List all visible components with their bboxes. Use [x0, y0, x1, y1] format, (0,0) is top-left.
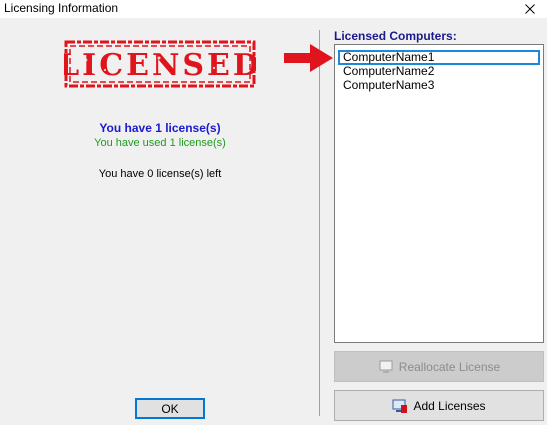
ok-button[interactable]: OK	[135, 398, 205, 419]
list-item-computer-3[interactable]: ComputerName3	[338, 79, 540, 94]
ok-label: OK	[161, 401, 179, 416]
reallocate-icon	[379, 360, 393, 373]
licensing-window: Licensing Information LICENSED You have …	[0, 0, 547, 425]
add-licenses-label: Add Licenses	[413, 398, 486, 413]
add-licenses-icon	[392, 399, 408, 413]
vertical-divider	[319, 30, 320, 416]
svg-text:LICENSED: LICENSED	[64, 48, 256, 83]
title-bar: Licensing Information	[0, 0, 547, 18]
licensed-stamp: LICENSED	[64, 40, 256, 88]
licenses-left-text: You have 0 license(s) left	[98, 168, 222, 180]
list-item-computer-1[interactable]: ComputerName1	[338, 50, 540, 65]
licensed-computers-label: Licensed Computers:	[334, 29, 457, 43]
add-licenses-button[interactable]: Add Licenses	[334, 390, 544, 421]
licensed-computers-list[interactable]: ComputerName1 ComputerName2 ComputerName…	[334, 44, 544, 343]
red-arrow-icon	[284, 44, 333, 72]
reallocate-label: Reallocate License	[398, 359, 501, 374]
close-button[interactable]	[513, 0, 547, 18]
reallocate-license-button[interactable]: Reallocate License	[334, 351, 544, 382]
licenses-owned-text: You have 1 license(s)	[99, 121, 221, 135]
window-title: Licensing Information	[4, 1, 119, 15]
licenses-used-text: You have used 1 license(s)	[94, 137, 226, 149]
close-icon	[525, 4, 535, 14]
